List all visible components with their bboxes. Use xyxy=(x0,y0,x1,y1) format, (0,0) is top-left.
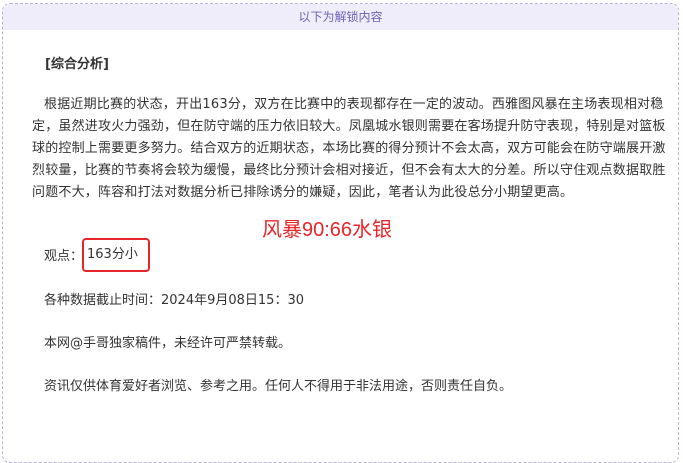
article-content: [综合分析] 根据近期比赛的状态，开出163分，双方在比赛中的表现都存在一定的波… xyxy=(0,0,683,455)
disclaimer-notice: 资讯仅供体育爱好者浏览、参考之用。任何人不得用于非法用途，否则责任自负。 xyxy=(44,379,513,394)
section-title: [综合分析] xyxy=(45,57,109,72)
score-overlay: 风暴90:66水银 xyxy=(262,219,393,241)
data-cutoff-time: 各种数据截止时间：2024年9月08日15：30 xyxy=(44,293,304,308)
copyright-notice: 本网@手哥独家稿件，未经许可严禁转载。 xyxy=(44,336,292,351)
analysis-paragraph: 根据近期比赛的状态，开出163分，双方在比赛中的表现都存在一定的波动。西雅图风暴… xyxy=(32,97,666,200)
viewpoint-label: 观点： xyxy=(44,249,84,264)
viewpoint-value-highlight: 163分小 xyxy=(82,238,150,272)
